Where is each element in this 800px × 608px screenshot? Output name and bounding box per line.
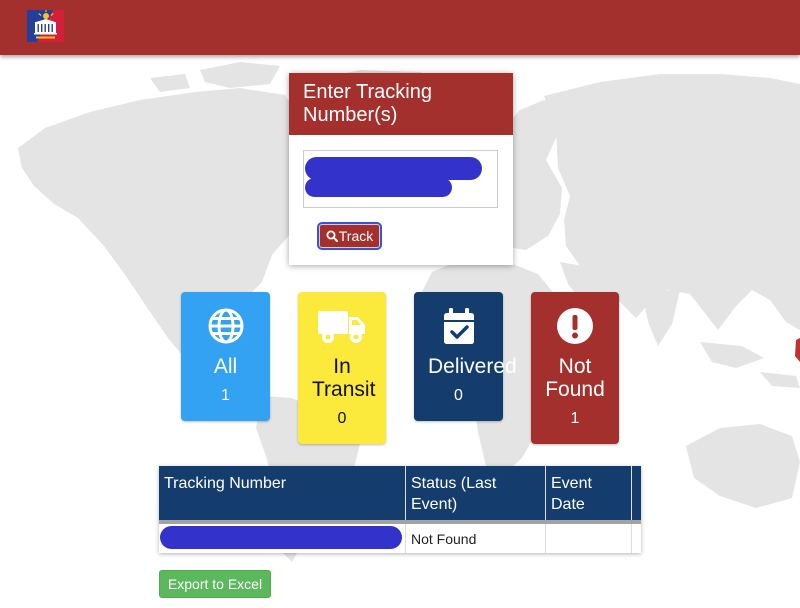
status-card-label: Delivered [428,355,517,378]
status-card-in-transit[interactable]: In Transit 0 [298,292,386,444]
table-row[interactable]: Not Found [159,524,641,553]
column-header-tracking-number: Tracking Number [159,466,406,520]
globe-icon [195,308,256,344]
track-button-label: Track [338,228,374,244]
status-card-all[interactable]: All 1 [181,292,270,421]
column-header-status: Status (Last Event) [406,466,546,520]
map-location-marker [795,338,800,362]
post-office-logo[interactable] [27,10,64,42]
track-button[interactable]: Track [317,222,382,250]
status-card-not-found[interactable]: Not Found 1 [531,292,619,444]
calendar-check-icon [428,308,489,344]
tracking-number-input[interactable] [303,150,498,208]
cell-status: Not Found [406,524,546,553]
exclamation-circle-icon [545,308,605,344]
column-header-clipped [632,466,641,520]
status-card-count: 0 [337,410,347,427]
cell-event-date [546,524,632,553]
results-table: Tracking Number Status (Last Event) Even… [159,466,641,553]
status-card-label: In Transit [312,355,376,401]
tracking-form-title: Enter Tracking Number(s) [289,73,513,135]
search-icon [326,230,338,242]
cell-clipped [632,524,641,553]
column-header-event-date: Event Date [546,466,632,520]
redacted-text-mark [305,157,482,180]
redacted-text-mark [305,178,452,197]
status-card-delivered[interactable]: Delivered 0 [414,292,517,421]
tracking-page: Enter Tracking Number(s) Track All 1 In … [0,0,800,608]
status-card-label: All [213,355,238,378]
status-card-count: 0 [454,387,463,404]
top-navbar [0,0,800,55]
status-card-count: 1 [221,387,230,404]
redacted-text-mark [160,526,402,549]
truck-icon [312,308,372,344]
status-card-label: Not Found [545,355,605,401]
table-header-row: Tracking Number Status (Last Event) Even… [159,466,641,520]
tracking-form-card: Enter Tracking Number(s) Track [289,73,513,265]
export-to-excel-button[interactable]: Export to Excel [159,570,271,598]
cell-tracking-number [159,524,406,553]
status-card-count: 1 [570,410,580,427]
